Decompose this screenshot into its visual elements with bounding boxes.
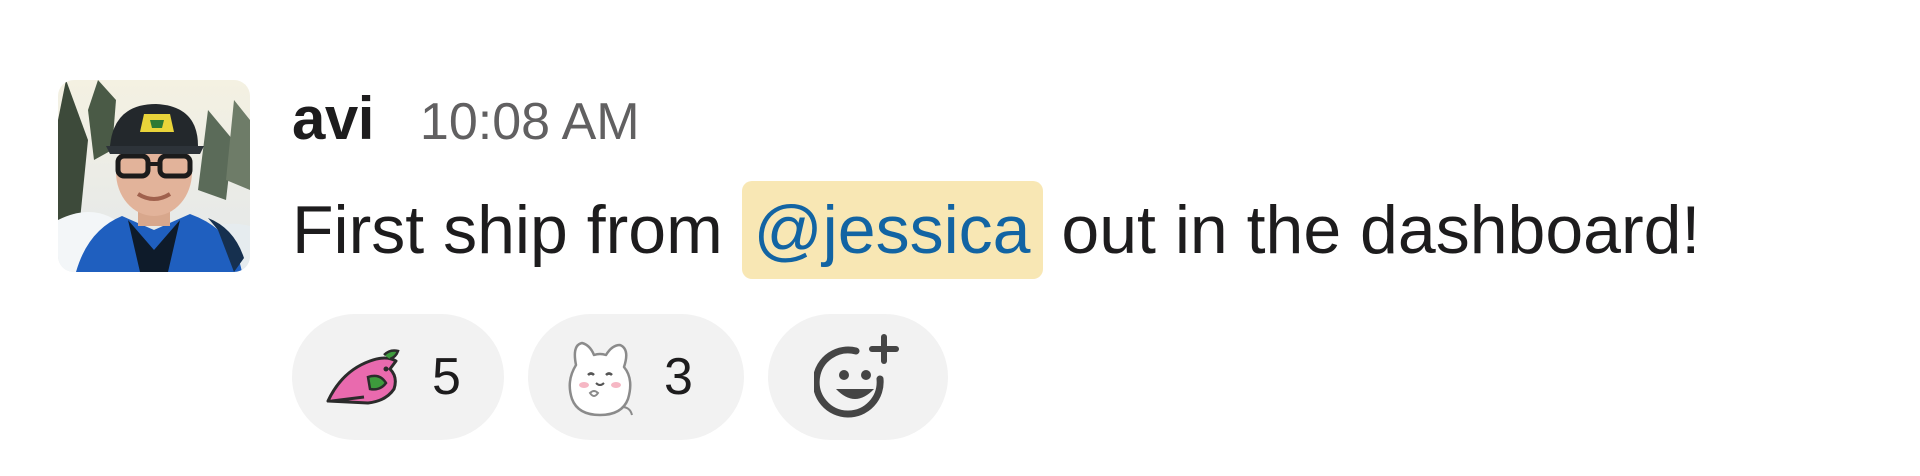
reaction-count: 5 bbox=[432, 348, 461, 406]
white-cat-emoji-icon bbox=[560, 335, 640, 419]
add-reaction-button[interactable] bbox=[768, 314, 948, 440]
message-text-before: First ship from bbox=[292, 192, 742, 268]
avatar-photo bbox=[58, 80, 250, 272]
message-timestamp[interactable]: 10:08 AM bbox=[420, 92, 640, 152]
reactions-bar: 5 3 bbox=[292, 314, 948, 440]
message-text-after: out in the dashboard! bbox=[1042, 192, 1701, 268]
message-header: avi 10:08 AM bbox=[292, 84, 1920, 166]
add-reaction-icon bbox=[814, 333, 902, 421]
reaction-pill[interactable]: 3 bbox=[528, 314, 744, 440]
reaction-count: 3 bbox=[664, 348, 693, 406]
avatar[interactable] bbox=[58, 80, 250, 272]
message-text: First ship from @jessica out in the dash… bbox=[292, 180, 1920, 280]
reaction-pill[interactable]: 5 bbox=[292, 314, 504, 440]
message-content: avi 10:08 AM First ship from @jessica ou… bbox=[292, 84, 1920, 280]
message: avi 10:08 AM First ship from @jessica ou… bbox=[0, 0, 1920, 476]
user-mention[interactable]: @jessica bbox=[741, 181, 1043, 279]
pink-bird-emoji-icon bbox=[324, 347, 408, 407]
author-name[interactable]: avi bbox=[292, 84, 374, 153]
